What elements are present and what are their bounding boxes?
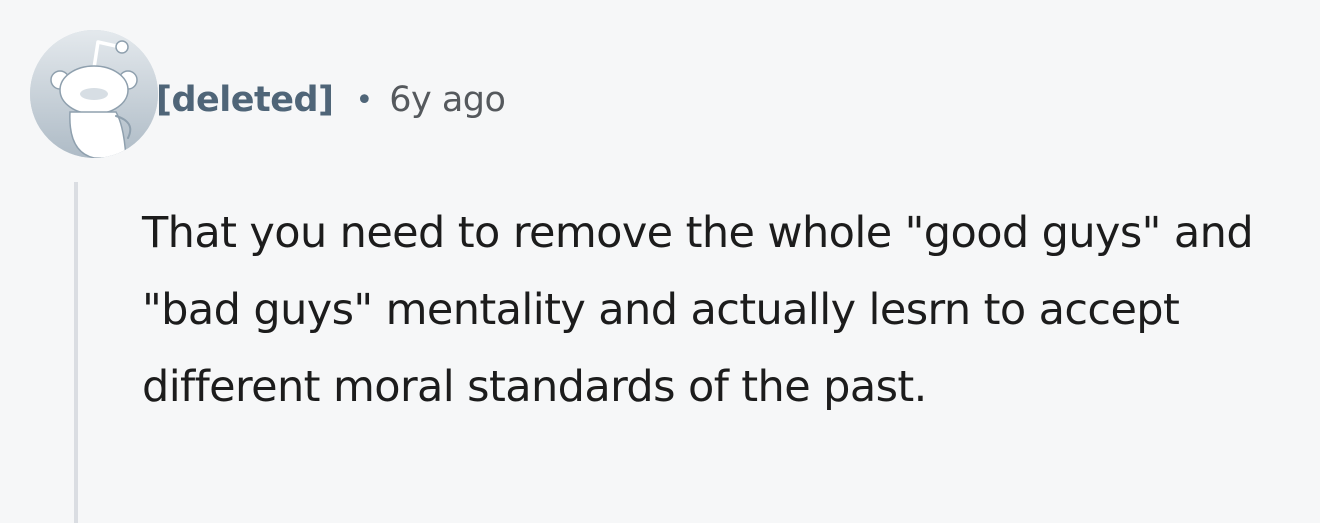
deleted-user-avatar-icon[interactable] bbox=[30, 30, 158, 158]
author-name[interactable]: [deleted] bbox=[156, 80, 334, 120]
comment: [deleted] • 6y ago That you need to remo… bbox=[0, 0, 1320, 523]
thread-collapse-line[interactable] bbox=[74, 182, 78, 523]
comment-timestamp[interactable]: 6y ago bbox=[389, 80, 506, 120]
comment-meta: [deleted] • 6y ago bbox=[156, 74, 506, 126]
comment-body: That you need to remove the whole "good … bbox=[142, 208, 1254, 412]
meta-separator: • bbox=[355, 82, 374, 118]
